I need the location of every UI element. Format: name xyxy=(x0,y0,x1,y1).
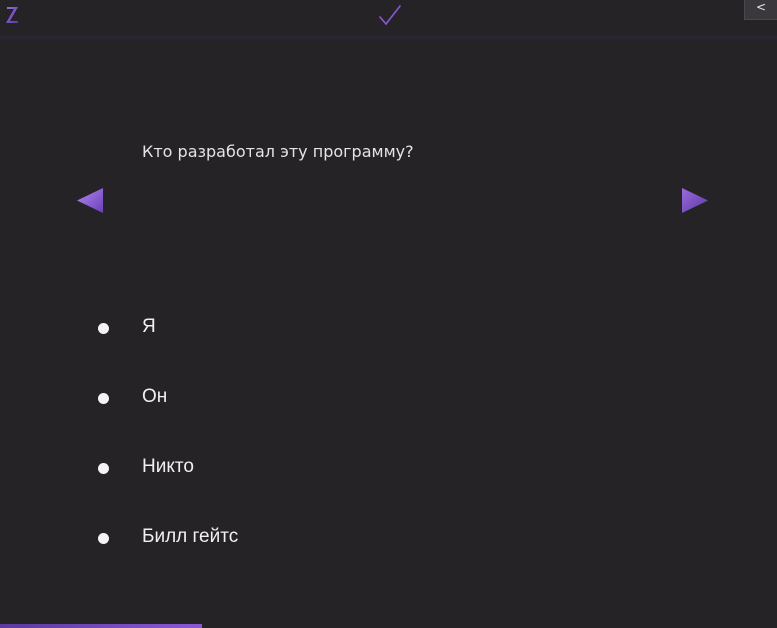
checkmark-icon[interactable] xyxy=(378,3,402,27)
radio-button[interactable] xyxy=(98,533,109,544)
radio-button[interactable] xyxy=(98,323,109,334)
quiz-window: < Кто разработал эту программу? Я Он Ник… xyxy=(0,0,777,628)
answer-label: Он xyxy=(142,386,168,407)
answer-option-2[interactable]: Он xyxy=(96,383,496,413)
triangle-right-icon[interactable] xyxy=(681,187,709,214)
toolbar-divider xyxy=(0,36,777,40)
answer-label: Никто xyxy=(142,456,194,477)
collapse-button[interactable]: < xyxy=(744,0,777,20)
answer-label: Я xyxy=(142,316,156,337)
answer-option-3[interactable]: Никто xyxy=(96,453,496,483)
triangle-left-icon[interactable] xyxy=(76,187,104,214)
answer-option-1[interactable]: Я xyxy=(96,313,496,343)
progress-bar-fill xyxy=(0,624,203,628)
answer-option-4[interactable]: Билл гейтс xyxy=(96,523,496,553)
z-logo-icon xyxy=(4,4,20,24)
top-toolbar: < xyxy=(0,0,777,36)
radio-button[interactable] xyxy=(98,463,109,474)
progress-bar xyxy=(0,624,777,628)
radio-button[interactable] xyxy=(98,393,109,404)
answer-label: Билл гейтс xyxy=(142,526,239,547)
question-text: Кто разработал эту программу? xyxy=(142,142,414,161)
